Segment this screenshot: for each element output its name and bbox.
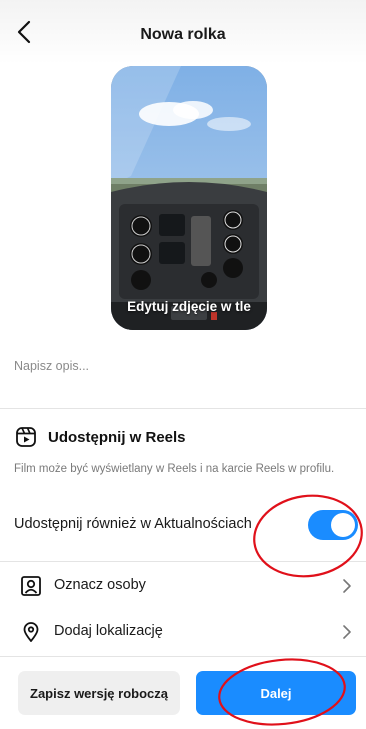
save-draft-button[interactable]: Zapisz wersję roboczą <box>18 671 180 715</box>
divider <box>0 561 366 562</box>
top-bar: Nowa rolka <box>0 0 366 64</box>
add-location-row[interactable]: Dodaj lokalizację <box>0 612 366 652</box>
toggle-knob <box>331 513 355 537</box>
reels-title: Udostępnij w Reels <box>48 428 186 446</box>
tag-person-icon <box>21 576 41 596</box>
reels-description: Film może być wyświetlany w Reels i na k… <box>14 463 335 475</box>
add-location-label: Dodaj lokalizację <box>54 623 163 639</box>
location-pin-icon <box>23 622 39 642</box>
reels-icon <box>16 427 36 447</box>
reels-section-header: Udostępnij w Reels <box>14 425 186 449</box>
cover-thumbnail <box>111 66 267 330</box>
divider <box>0 656 366 657</box>
tag-people-label: Oznacz osoby <box>54 577 146 593</box>
share-to-feed-label: Udostępnij również w Aktualnościach <box>14 516 252 532</box>
chevron-right-icon <box>343 625 351 639</box>
divider <box>0 408 366 409</box>
tag-people-row[interactable]: Oznacz osoby <box>0 566 366 606</box>
page-title: Nowa rolka <box>140 26 226 43</box>
caption-input[interactable] <box>14 355 352 377</box>
video-preview[interactable]: Edytuj zdjęcie w tle <box>111 66 267 330</box>
chevron-right-icon <box>343 579 351 593</box>
edit-cover-label[interactable]: Edytuj zdjęcie w tle <box>111 299 267 314</box>
share-to-feed-toggle[interactable] <box>308 510 358 540</box>
next-button[interactable]: Dalej <box>196 671 356 715</box>
